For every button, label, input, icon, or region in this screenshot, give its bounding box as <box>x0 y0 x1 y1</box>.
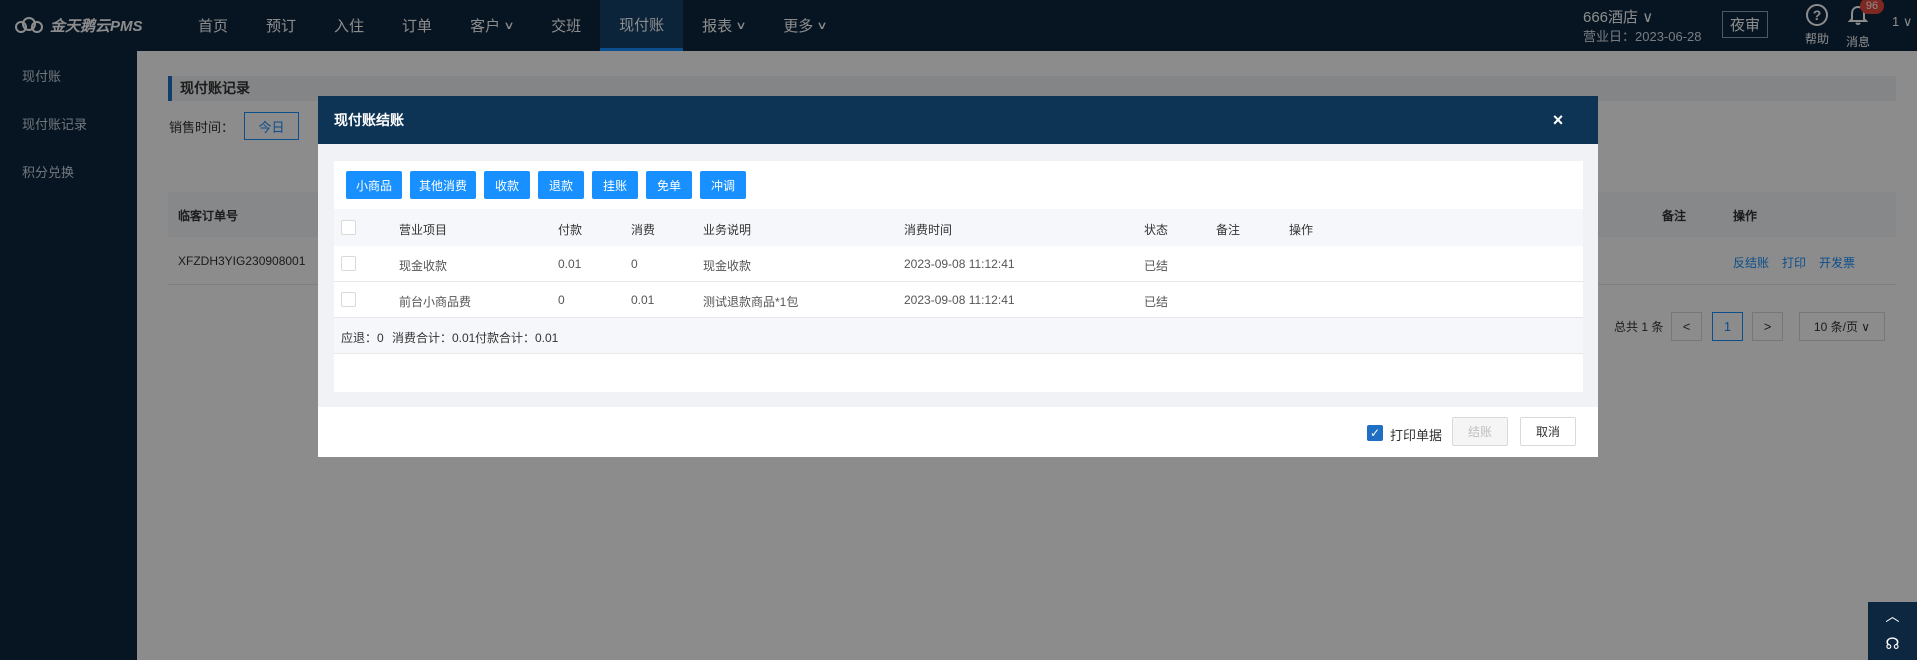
row-checkbox[interactable] <box>341 292 356 307</box>
col-ops: 操作 <box>1289 223 1314 237</box>
collect-payment-button[interactable]: 收款 <box>484 171 530 199</box>
select-all-checkbox[interactable] <box>341 220 356 235</box>
description-cell: 现金收款 <box>703 259 752 273</box>
item-cell: 现金收款 <box>399 259 448 273</box>
back-to-top-icon[interactable]: ︿ <box>1868 606 1917 626</box>
refund-button[interactable]: 退款 <box>538 171 584 199</box>
item-cell: 前台小商品费 <box>399 295 472 309</box>
on-account-button[interactable]: 挂账 <box>592 171 638 199</box>
col-time: 消费时间 <box>904 223 953 237</box>
description-cell: 测试退款商品*1包 <box>703 295 799 309</box>
payment-total: 付款合计：0.01 <box>475 331 559 345</box>
cancel-button[interactable]: 取消 <box>1520 417 1576 446</box>
bill-summary: 应退：0 消费合计：0.01 付款合计：0.01 <box>334 318 1583 354</box>
bill-table-header: 营业项目 付款 消费 业务说明 消费时间 状态 备注 操作 <box>334 209 1583 246</box>
consume-cell: 0.01 <box>631 293 655 307</box>
other-consume-button[interactable]: 其他消费 <box>410 171 476 199</box>
payment-cell: 0.01 <box>558 257 582 271</box>
settle-button[interactable]: 结账 <box>1452 417 1508 446</box>
floating-tools: ︿ ☊ <box>1868 602 1917 660</box>
print-receipt-checkbox[interactable]: ✓ <box>1367 425 1383 441</box>
col-remark: 备注 <box>1216 223 1241 237</box>
col-status: 状态 <box>1144 223 1169 237</box>
payment-cell: 0 <box>558 293 565 307</box>
close-icon[interactable]: × <box>1548 110 1568 130</box>
col-description: 业务说明 <box>703 223 752 237</box>
col-consume: 消费 <box>631 223 656 237</box>
row-checkbox[interactable] <box>341 256 356 271</box>
modal-footer: ✓ 打印单据 结账 取消 <box>318 407 1598 457</box>
print-receipt-label[interactable]: 打印单据 <box>1390 425 1442 444</box>
small-goods-button[interactable]: 小商品 <box>346 171 402 199</box>
table-row: 前台小商品费 0 0.01 测试退款商品*1包 2023-09-08 11:12… <box>334 282 1583 318</box>
col-payment: 付款 <box>558 223 583 237</box>
col-item: 营业项目 <box>399 223 448 237</box>
consume-total: 消费合计：0.01 <box>392 331 476 345</box>
modal-body: 小商品 其他消费 收款 退款 挂账 免单 冲调 营业项目 付款 消费 业务说明 … <box>318 144 1598 407</box>
free-order-button[interactable]: 免单 <box>646 171 692 199</box>
bill-card: 小商品 其他消费 收款 退款 挂账 免单 冲调 营业项目 付款 消费 业务说明 … <box>334 161 1583 392</box>
time-cell: 2023-09-08 11:12:41 <box>904 257 1015 271</box>
status-cell: 已结 <box>1144 259 1169 273</box>
adjust-button[interactable]: 冲调 <box>700 171 746 199</box>
modal-title: 现付账结账 <box>334 112 404 128</box>
refund-due: 应退：0 <box>341 331 384 345</box>
modal-header: 现付账结账 × <box>318 96 1598 144</box>
consume-cell: 0 <box>631 257 638 271</box>
status-cell: 已结 <box>1144 295 1169 309</box>
table-row: 现金收款 0.01 0 现金收款 2023-09-08 11:12:41 已结 <box>334 246 1583 282</box>
checkout-modal: 现付账结账 × 小商品 其他消费 收款 退款 挂账 免单 冲调 营业项目 付款 … <box>318 96 1598 457</box>
customer-service-icon[interactable]: ☊ <box>1868 634 1917 654</box>
time-cell: 2023-09-08 11:12:41 <box>904 293 1015 307</box>
